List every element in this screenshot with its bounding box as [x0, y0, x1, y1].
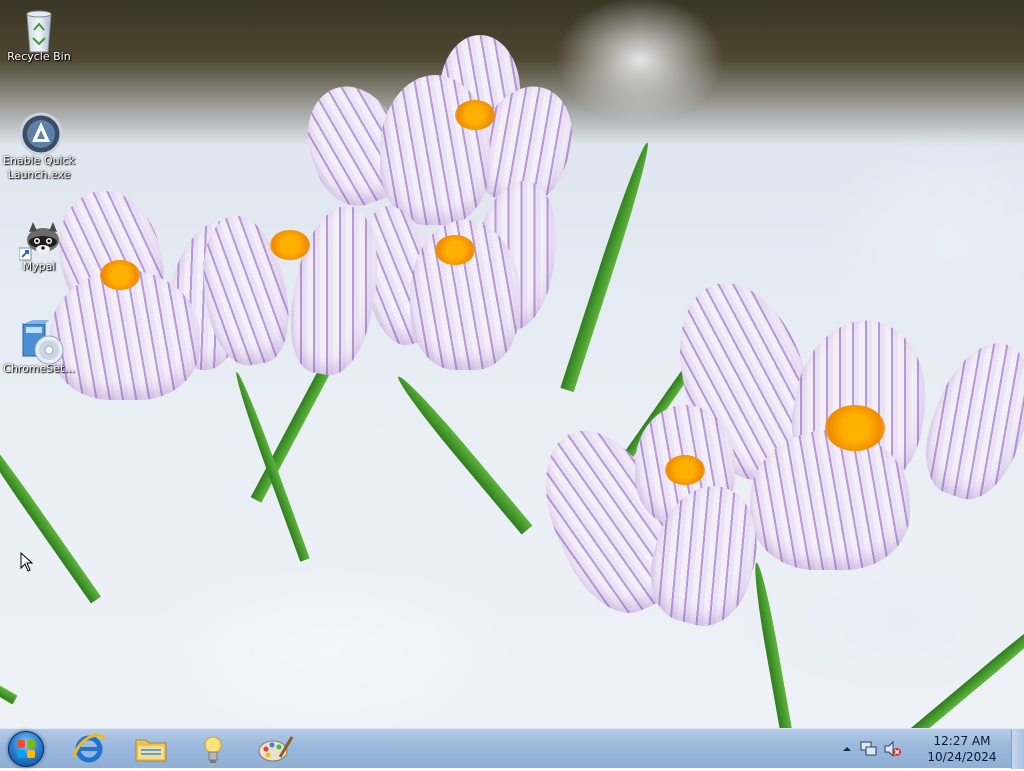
desktop-icon-recycle-bin[interactable]: Recycle Bin	[2, 8, 76, 64]
volume-muted-icon[interactable]	[884, 741, 902, 757]
taskbar-windows-explorer-button[interactable]	[128, 731, 174, 767]
show-desktop-button[interactable]	[1011, 729, 1024, 769]
taskbar: 12:27 AM 10/24/2024	[0, 728, 1024, 769]
taskbar-lightbulb-button[interactable]	[190, 731, 236, 767]
recycle-bin-icon	[19, 8, 59, 53]
notification-area: 12:27 AM 10/24/2024	[840, 729, 1010, 769]
mypal-raccoon-icon	[18, 218, 59, 261]
wallpaper-crocus	[520, 405, 772, 636]
clock-date[interactable]: 10/24/2024	[922, 750, 1002, 764]
enable-quick-launch-label: Enable Quick Launch.exe	[2, 154, 76, 181]
windows-logo-icon	[17, 740, 35, 758]
show-hidden-icons-arrow[interactable]	[842, 744, 852, 754]
chrome-setup-installer-icon	[19, 320, 64, 365]
desktop-icon-enable-quick-launch[interactable]: Enable Quick Launch.exe	[2, 112, 76, 182]
mouse-cursor-icon	[20, 552, 34, 572]
desktop-wallpaper[interactable]: Recycle Bin Enable Quick Launch.exe Mypa…	[0, 0, 1024, 728]
wallpaper-leaf	[393, 372, 533, 535]
taskbar-paint-button[interactable]	[252, 731, 298, 767]
folder-explorer-icon	[135, 739, 167, 762]
desktop-icon-mypal[interactable]: Mypal	[2, 218, 76, 274]
start-button[interactable]	[8, 731, 44, 767]
clock-time[interactable]: 12:27 AM	[922, 734, 1002, 748]
wallpaper-crocus	[192, 199, 390, 425]
paint-palette-icon	[258, 736, 294, 762]
mypal-label: Mypal	[22, 260, 56, 273]
wallpaper-leaf	[902, 593, 1024, 728]
wallpaper-crocus	[351, 174, 568, 380]
quick-launch-app-icon	[19, 112, 63, 156]
internet-explorer-icon	[72, 733, 106, 763]
taskbar-internet-explorer-button[interactable]	[66, 731, 112, 767]
lightbulb-icon	[204, 736, 222, 763]
desktop-icon-chromesetup[interactable]: ChromeSet...	[2, 320, 76, 376]
wallpaper-leaf	[0, 615, 18, 705]
network-icon[interactable]	[860, 741, 878, 757]
wallpaper-leaf	[0, 416, 101, 604]
